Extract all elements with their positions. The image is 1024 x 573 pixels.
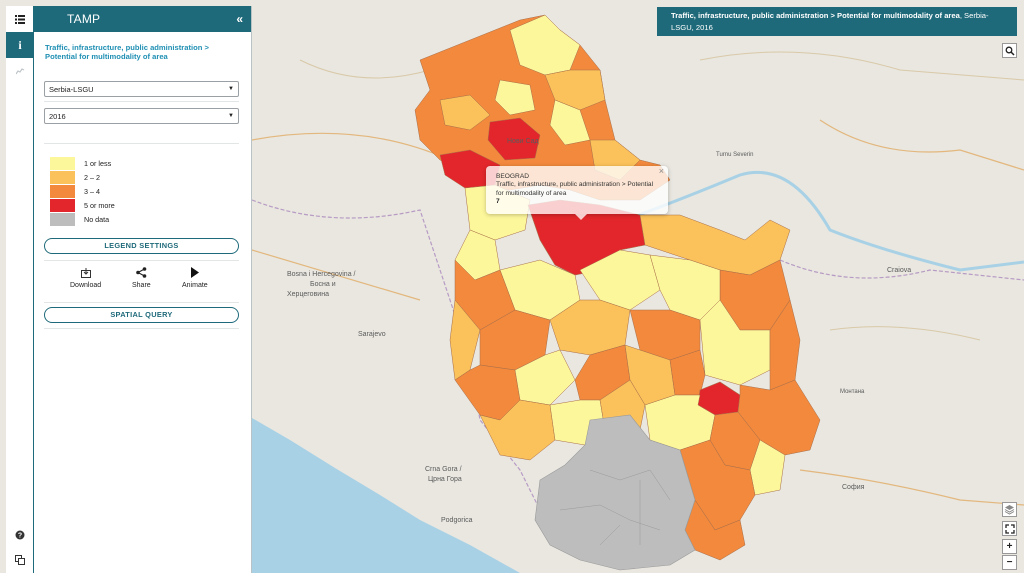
legend-label: No data — [84, 215, 110, 225]
dropdown-arrow-icon: ▼ — [228, 113, 234, 119]
feature-popup: × BEOGRAD Traffic, infrastructure, publi… — [486, 166, 668, 220]
label-sofia: София — [842, 484, 865, 491]
plus-icon: + — [1006, 541, 1013, 552]
chart-icon — [15, 68, 24, 75]
label-podgorica: Podgorica — [441, 517, 473, 524]
share-icon — [136, 266, 147, 280]
zoom-out-button[interactable]: − — [1002, 555, 1017, 570]
label-bosnia-1: Bosna i Hercegovina / — [287, 271, 356, 278]
download-icon — [80, 266, 91, 280]
popup-pointer — [575, 214, 587, 220]
info-bar-indicator: Traffic, infrastructure, public administ… — [671, 11, 960, 20]
popup-region-name: BEOGRAD — [496, 173, 529, 180]
info-bar: Traffic, infrastructure, public administ… — [657, 7, 1017, 36]
popup-close-icon[interactable]: × — [659, 166, 664, 175]
spatial-query-button[interactable]: SPATIAL QUERY — [44, 306, 239, 323]
chart-tab-button[interactable] — [6, 58, 34, 84]
legend-item: No data — [50, 213, 251, 227]
share-button[interactable]: Share — [132, 266, 151, 289]
legend-settings-label: LEGEND SETTINGS — [104, 241, 179, 251]
side-panel: TAMP « Traffic, infrastructure, public a… — [34, 6, 252, 573]
search-icon — [1005, 46, 1015, 56]
region-select-value: Serbia-LSGU — [49, 84, 94, 94]
app-title: TAMP — [67, 12, 101, 26]
legend-swatch — [50, 156, 75, 170]
legend-label: 1 or less — [84, 158, 112, 168]
share-label: Share — [132, 281, 151, 289]
panel-header: TAMP « — [34, 6, 251, 32]
legend-item: 3 – 4 — [50, 184, 251, 198]
icon-rail: i ? — [6, 6, 34, 573]
divider — [44, 327, 239, 329]
indicator-title[interactable]: Traffic, infrastructure, public administ… — [45, 43, 241, 65]
popup-value: 7 — [496, 198, 500, 206]
legend-swatch — [50, 199, 75, 213]
dropdown-arrow-icon: ▼ — [228, 86, 234, 92]
minus-icon: − — [1006, 557, 1013, 568]
year-select-value: 2016 — [49, 111, 66, 121]
label-turnu-severin: Turnu Severin — [716, 152, 753, 158]
export-button[interactable] — [6, 549, 34, 571]
legend-swatch — [50, 184, 75, 198]
legend-item: 1 or less — [50, 156, 251, 170]
spatial-query-label: SPATIAL QUERY — [110, 310, 173, 320]
double-chevron-left-icon[interactable]: « — [236, 12, 243, 26]
label-montenegro-2: Црна Гора — [428, 476, 462, 483]
download-button[interactable]: Download — [70, 266, 101, 289]
label-craiova: Craiova — [887, 267, 911, 274]
divider — [44, 301, 239, 303]
label-bosnia-2: Босна и — [310, 281, 336, 288]
map-search-button[interactable] — [1002, 43, 1017, 58]
svg-text:?: ? — [18, 533, 22, 540]
export-icon — [15, 555, 25, 565]
zoom-in-button[interactable]: + — [1002, 539, 1017, 554]
label-novi-sad: Нови Сад — [507, 138, 539, 145]
layers-list-button[interactable] — [6, 6, 34, 32]
label-sarajevo: Sarajevo — [358, 331, 386, 338]
tool-row: Download Share Animate — [34, 266, 251, 298]
legend-item: 5 or more — [50, 199, 251, 213]
fullscreen-icon — [1004, 523, 1015, 534]
legend: 1 or less 2 – 2 3 – 4 5 or more No data — [50, 156, 251, 227]
layers-icon — [1004, 505, 1015, 515]
divider — [44, 143, 239, 144]
info-tab-button[interactable]: i — [6, 32, 34, 58]
animate-button[interactable]: Animate — [182, 266, 208, 289]
layers-button[interactable] — [1002, 502, 1017, 517]
year-select[interactable]: 2016 ▼ — [44, 108, 239, 124]
popup-indicator: Traffic, infrastructure, public administ… — [496, 181, 654, 197]
help-icon: ? — [15, 530, 25, 540]
list-icon — [15, 14, 25, 24]
legend-item: 2 – 2 — [50, 170, 251, 184]
region-select[interactable]: Serbia-LSGU ▼ — [44, 81, 239, 97]
info-icon: i — [18, 37, 22, 52]
fullscreen-button[interactable] — [1002, 521, 1017, 536]
label-bosnia-3: Херцеговина — [287, 291, 329, 298]
download-label: Download — [70, 281, 102, 289]
label-montana: Монтана — [840, 389, 865, 395]
play-icon — [190, 266, 200, 280]
legend-settings-button[interactable]: LEGEND SETTINGS — [44, 237, 239, 254]
legend-swatch — [50, 170, 75, 184]
legend-label: 3 – 4 — [84, 186, 100, 196]
legend-label: 5 or more — [84, 201, 115, 211]
animate-label: Animate — [182, 281, 208, 289]
divider — [44, 259, 239, 261]
legend-swatch — [50, 213, 75, 227]
help-button[interactable]: ? — [6, 524, 34, 546]
label-montenegro-1: Crna Gora / — [425, 466, 462, 473]
divider — [44, 101, 239, 102]
legend-label: 2 – 2 — [84, 172, 100, 182]
